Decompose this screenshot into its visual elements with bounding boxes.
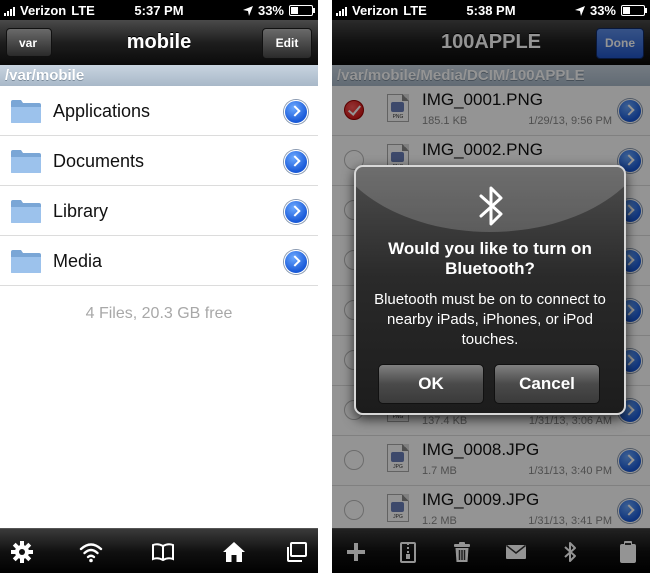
battery-percent: 33% (257, 3, 284, 18)
folder-label: Library (53, 201, 109, 221)
folder-icon (11, 150, 41, 173)
bottom-toolbar (0, 528, 318, 573)
folder-label: Media (53, 251, 103, 271)
home-icon[interactable] (222, 540, 246, 564)
wifi-icon[interactable] (79, 540, 103, 564)
disclosure-button[interactable] (284, 150, 308, 174)
alert-title: Would you like to turn on Bluetooth? (388, 239, 592, 278)
edit-button[interactable]: Edit (262, 28, 312, 59)
battery-fill (291, 7, 298, 14)
folder-row-applications[interactable]: Applications (0, 86, 318, 136)
bluetooth-icon (479, 186, 503, 226)
book-icon[interactable] (151, 540, 175, 564)
folder-row-library[interactable]: Library (0, 186, 318, 236)
disclosure-button[interactable] (284, 200, 308, 224)
ok-button[interactable]: OK (378, 364, 484, 404)
status-bar: Verizon LTE 5:37 PM 33% (0, 0, 318, 20)
folder-row-media[interactable]: Media (0, 236, 318, 286)
folder-row-documents[interactable]: Documents (0, 136, 318, 186)
battery-icon (621, 5, 647, 16)
location-icon (574, 5, 585, 16)
battery-percent: 33% (589, 3, 616, 18)
folder-label: Applications (53, 101, 151, 121)
path-bar: /var/mobile (0, 65, 318, 86)
battery-fill (623, 7, 630, 14)
navigation-bar: var mobile Edit (0, 20, 318, 66)
location-icon (242, 5, 253, 16)
disclosure-button[interactable] (284, 250, 308, 274)
phone-left: Verizon LTE 5:37 PM 33% var mobile Edit … (0, 0, 318, 573)
folder-icon (11, 200, 41, 223)
phone-right: Verizon LTE 5:38 PM 33% 100APPLE Done /v… (332, 0, 650, 573)
disclosure-button[interactable] (284, 100, 308, 124)
storage-summary: 4 Files, 20.3 GB free (85, 305, 233, 322)
gear-icon[interactable] (10, 540, 34, 564)
battery-icon (289, 5, 315, 16)
windows-icon[interactable] (284, 540, 308, 564)
status-bar: Verizon LTE 5:38 PM 33% (332, 0, 650, 20)
folder-icon (11, 100, 41, 123)
cancel-button[interactable]: Cancel (494, 364, 600, 404)
alert-message: Bluetooth must be on to connect to nearb… (374, 291, 606, 348)
folder-icon (11, 250, 41, 273)
folder-label: Documents (53, 151, 145, 171)
bluetooth-alert: Would you like to turn on Bluetooth? Blu… (354, 165, 626, 415)
